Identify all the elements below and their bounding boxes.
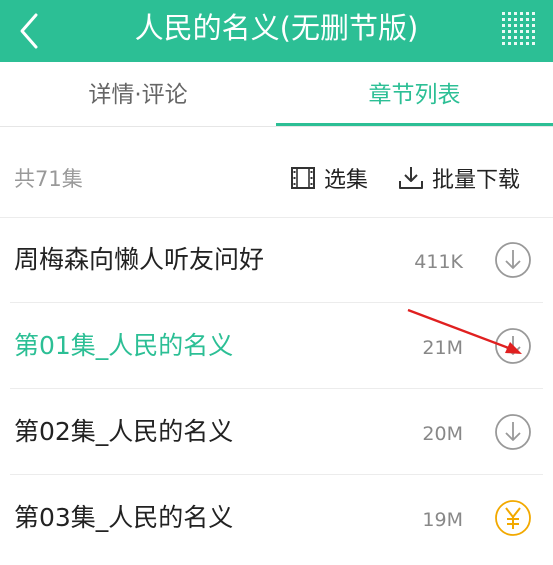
dot-grid-menu-icon [502, 12, 535, 45]
episode-size: 19M [422, 509, 463, 531]
download-button[interactable] [494, 241, 532, 279]
episode-title: 第02集_人民的名义 [14, 417, 234, 446]
select-episodes-label: 选集 [324, 168, 369, 193]
download-button[interactable] [494, 327, 532, 365]
episode-row[interactable]: 第03集_人民的名义 19M [0, 475, 553, 561]
app-header: 人民的名义(无删节版) [0, 0, 553, 62]
page-title: 人民的名义(无删节版) [134, 11, 419, 45]
episode-title: 周梅森向懒人听友问好 [14, 245, 265, 274]
episode-size: 21M [422, 337, 463, 359]
download-circle-icon [495, 414, 531, 450]
download-circle-icon [495, 328, 531, 364]
download-circle-icon [495, 242, 531, 278]
chevron-left-icon [20, 13, 38, 49]
episode-size: 20M [422, 423, 463, 445]
download-button[interactable] [494, 413, 532, 451]
tab-chapter-list[interactable]: 章节列表 [276, 62, 553, 126]
episode-row[interactable]: 周梅森向懒人听友问好 411K [0, 217, 553, 303]
list-toolbar: 共71集 选集 批量下载 [0, 127, 553, 218]
paid-yen-icon [495, 500, 531, 536]
episode-title: 第01集_人民的名义 [14, 331, 234, 360]
batch-download-label: 批量下载 [432, 168, 521, 193]
episode-row[interactable]: 第02集_人民的名义 20M [0, 389, 553, 475]
batch-download-button[interactable]: 批量下载 [398, 161, 520, 195]
tab-bar: 详情·评论 章节列表 [0, 62, 553, 127]
paid-button[interactable] [494, 499, 532, 537]
select-episodes-button[interactable]: 选集 [290, 161, 368, 195]
episode-count: 共71集 [14, 167, 83, 191]
download-tray-icon [399, 167, 423, 189]
menu-button[interactable] [499, 9, 539, 49]
active-tab-indicator [276, 123, 553, 126]
episode-size: 411K [414, 251, 463, 273]
episode-title: 第03集_人民的名义 [14, 503, 234, 532]
tab-details-comments[interactable]: 详情·评论 [0, 62, 276, 126]
film-strip-icon [291, 167, 315, 189]
back-button[interactable] [12, 9, 48, 53]
episode-row[interactable]: 第01集_人民的名义 21M [0, 303, 553, 389]
